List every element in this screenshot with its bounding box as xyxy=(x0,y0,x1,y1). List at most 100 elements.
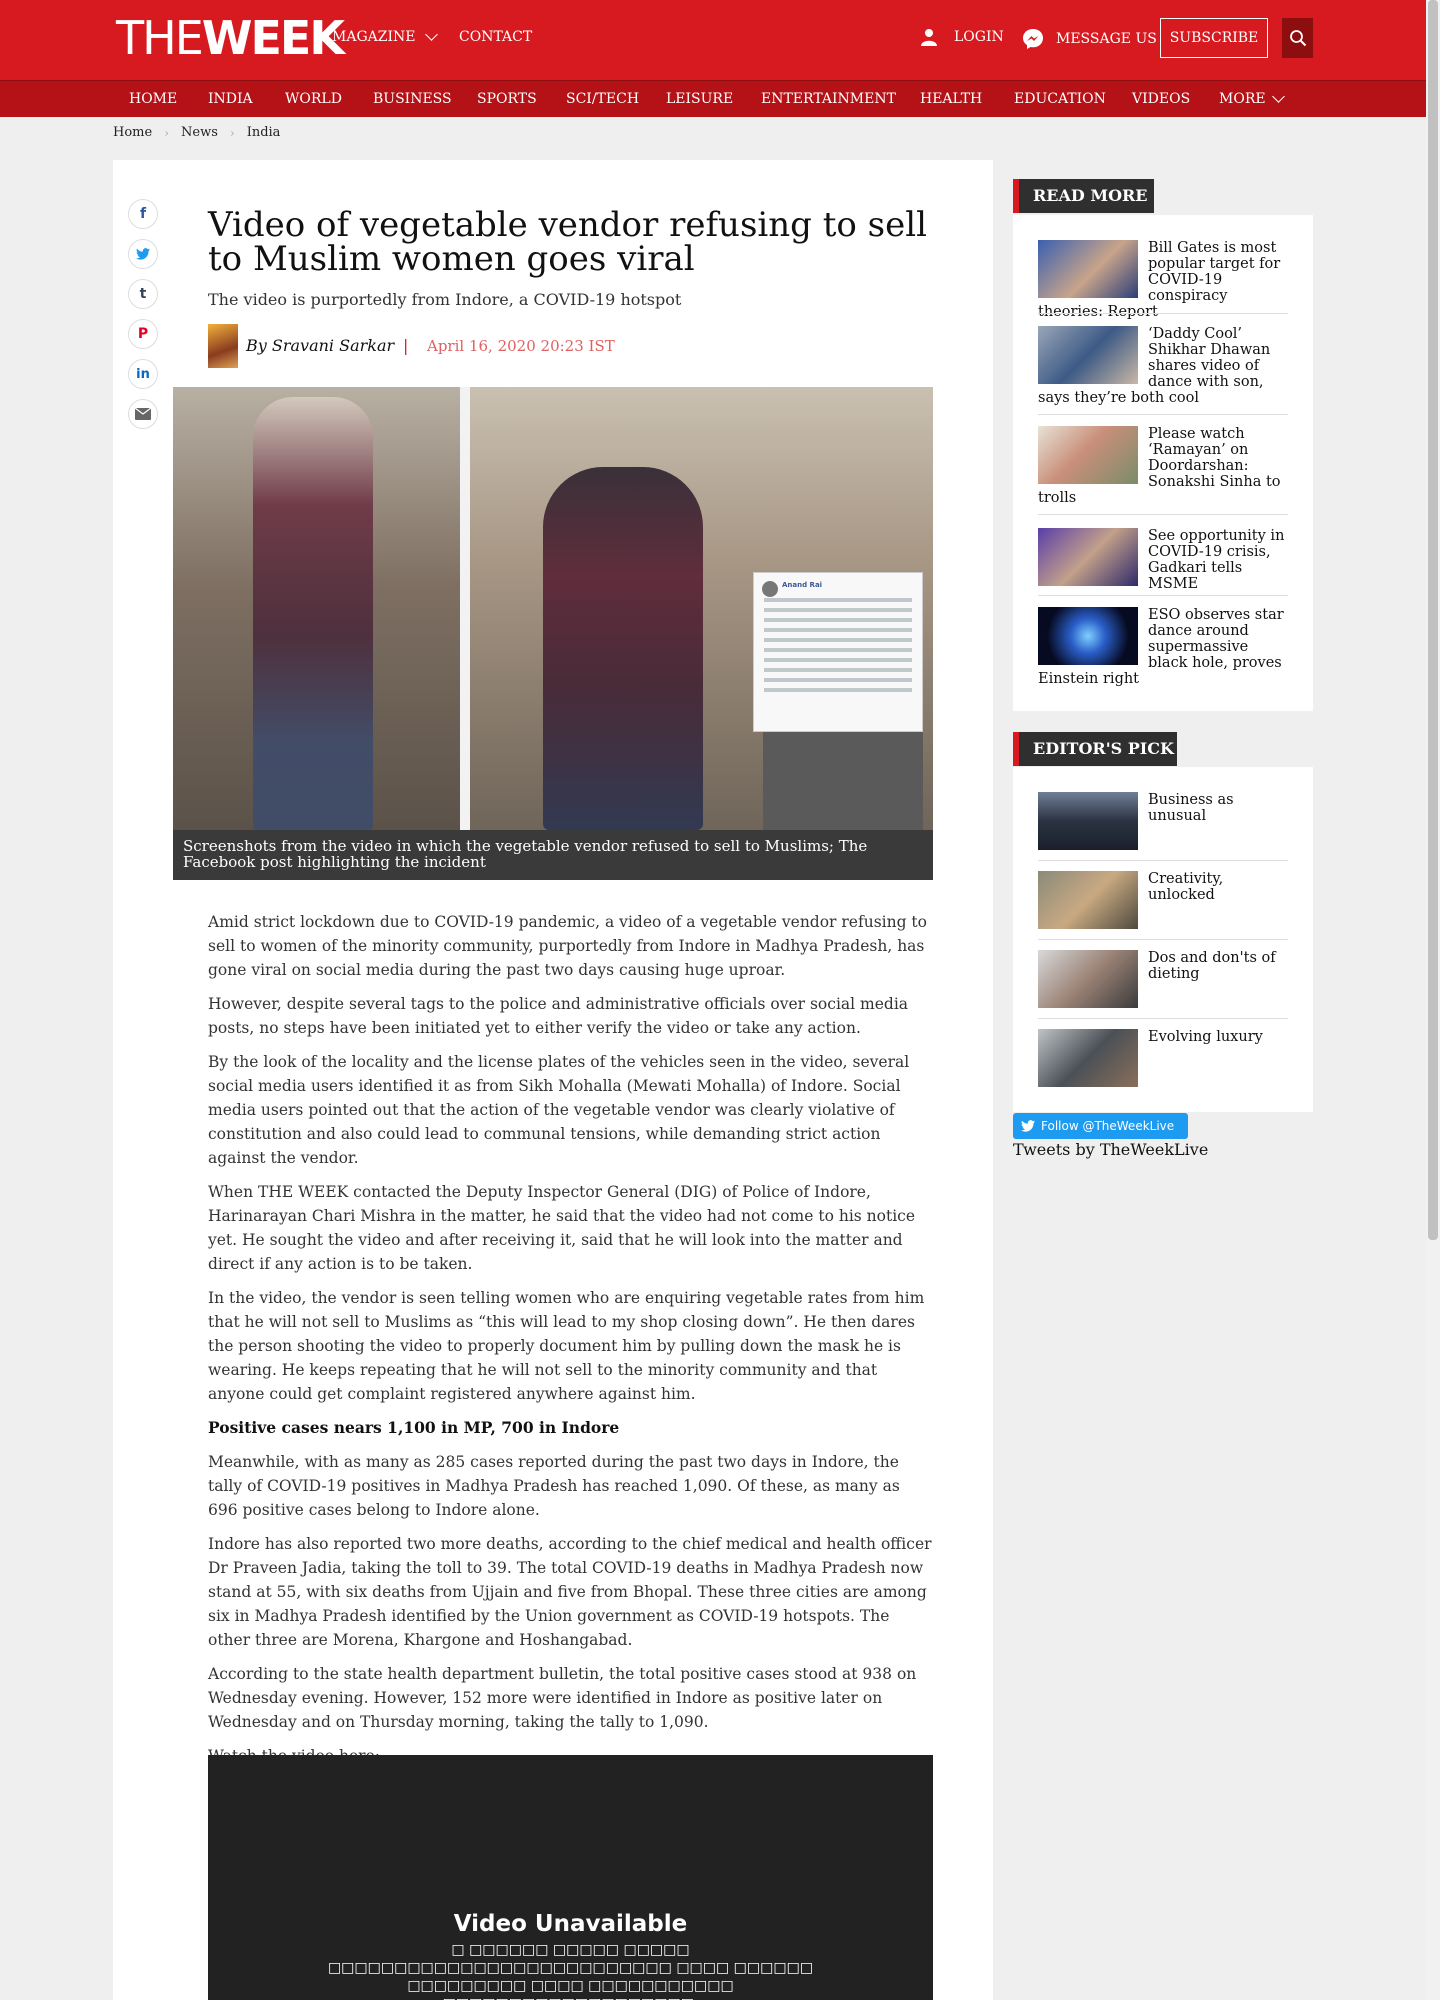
editors-pick-item[interactable]: Dos and don'ts of dieting xyxy=(1038,950,1288,1008)
breadcrumb-news[interactable]: News xyxy=(181,124,218,142)
read-more-item[interactable]: Please watch ‘Ramayan’ on Doordarshan: S… xyxy=(1038,426,1288,506)
nav-more[interactable]: MORE xyxy=(1219,90,1285,108)
nav-india[interactable]: INDIA xyxy=(208,90,253,108)
article-paragraph: Amid strict lockdown due to COVID-19 pan… xyxy=(208,913,927,979)
post-text-line xyxy=(764,638,912,642)
tumblr-share-button[interactable]: t xyxy=(128,279,158,309)
nav-entertainment[interactable]: ENTERTAINMENT xyxy=(761,90,896,108)
contact-link[interactable]: CONTACT xyxy=(459,28,532,46)
shop-shutter-image xyxy=(763,732,923,830)
article-paragraph: When THE WEEK contacted the Deputy Inspe… xyxy=(208,1183,916,1273)
nav-home[interactable]: HOME xyxy=(129,90,177,108)
read-more-item[interactable]: ‘Daddy Cool’ Shikhar Dhawan shares video… xyxy=(1038,326,1288,406)
image-caption: Screenshots from the video in which the … xyxy=(173,830,933,880)
magazine-menu[interactable]: MAGAZINE xyxy=(332,28,439,46)
read-more-title: See opportunity in COVID-19 crisis, Gadk… xyxy=(1148,528,1285,592)
nav-more-label: MORE xyxy=(1219,91,1266,107)
article-title: Video of vegetable vendor refusing to se… xyxy=(208,205,927,279)
author-name[interactable]: By Sravani Sarkar xyxy=(246,336,394,356)
twitter-icon xyxy=(136,248,150,260)
twitter-bird-icon xyxy=(1021,1120,1035,1132)
editors-pick-item[interactable]: Business as unusual xyxy=(1038,792,1288,850)
facebook-post-screenshot: Anand Rai xyxy=(753,572,923,732)
hero-panel-gap xyxy=(460,387,470,830)
messenger-icon xyxy=(1023,29,1043,49)
vendor-figure-right xyxy=(543,467,703,830)
post-text-line xyxy=(764,648,912,652)
search-button[interactable] xyxy=(1282,18,1313,58)
twitter-share-button[interactable] xyxy=(128,239,158,269)
nav-videos[interactable]: VIDEOS xyxy=(1132,90,1190,108)
editors-pick-thumbnail xyxy=(1038,1029,1138,1087)
nav-scitech[interactable]: SCI/TECH xyxy=(566,90,639,108)
read-more-item[interactable]: See opportunity in COVID-19 crisis, Gadk… xyxy=(1038,528,1288,592)
message-us-link[interactable]: MESSAGE US xyxy=(1022,28,1157,50)
article-subheading: Positive cases nears 1,100 in MP, 700 in… xyxy=(208,1418,620,1437)
post-text-line xyxy=(764,628,912,632)
read-more-thumbnail xyxy=(1038,528,1138,586)
editors-pick-item[interactable]: Evolving luxury xyxy=(1038,1029,1288,1087)
post-text-line xyxy=(764,668,912,672)
nav-business[interactable]: BUSINESS xyxy=(373,90,452,108)
linkedin-icon: in xyxy=(136,366,150,382)
facebook-icon: f xyxy=(139,206,147,222)
post-author-name: Anand Rai xyxy=(782,581,823,589)
chevron-down-icon xyxy=(425,28,439,41)
tumblr-icon: t xyxy=(139,286,147,302)
read-more-thumbnail xyxy=(1038,426,1138,484)
post-text-line xyxy=(764,688,912,692)
twitter-follow-button[interactable]: Follow @TheWeekLive xyxy=(1013,1113,1188,1139)
nav-leisure[interactable]: LEISURE xyxy=(666,90,733,108)
read-more-item[interactable]: ESO observes star dance around supermass… xyxy=(1038,607,1288,687)
video-unavailable-title: Video Unavailable xyxy=(453,1911,688,1937)
read-more-item[interactable]: Bill Gates is most popular target for CO… xyxy=(1038,240,1288,320)
embedded-video-player[interactable]: Video Unavailable □ □□□□□□ □□□□□ □□□□□ □… xyxy=(208,1755,933,2000)
pinterest-share-button[interactable]: P xyxy=(128,319,158,349)
article-paragraph: Indore has also reported two more deaths… xyxy=(208,1535,932,1649)
login-link[interactable]: LOGIN xyxy=(920,28,1004,46)
video-unavailable-message: □ □□□□□□ □□□□□ □□□□□ □□□□□□□□□□□□□□□□□□□… xyxy=(327,1942,814,2000)
divider xyxy=(1038,595,1288,596)
read-more-thumbnail xyxy=(1038,326,1138,384)
logo-the: THE xyxy=(116,11,204,65)
post-avatar xyxy=(762,581,778,597)
nav-sports[interactable]: SPORTS xyxy=(477,90,537,108)
article-subtitle: The video is purportedly from Indore, a … xyxy=(208,290,682,309)
facebook-share-button[interactable]: f xyxy=(128,199,158,229)
post-text-line xyxy=(764,598,912,602)
nav-education[interactable]: EDUCATION xyxy=(1014,90,1106,108)
site-logo[interactable]: THEWEEK xyxy=(116,11,345,65)
email-share-button[interactable] xyxy=(128,399,158,429)
message-us-label: MESSAGE US xyxy=(1056,31,1157,47)
subscribe-button[interactable]: SUBSCRIBE xyxy=(1160,18,1268,58)
breadcrumb-india[interactable]: India xyxy=(247,124,281,142)
linkedin-share-button[interactable]: in xyxy=(128,359,158,389)
breadcrumb-home[interactable]: Home xyxy=(113,124,152,142)
magazine-label: MAGAZINE xyxy=(332,29,416,45)
nav-health[interactable]: HEALTH xyxy=(920,90,982,108)
post-text-line xyxy=(764,618,912,622)
editors-pick-title: Business as unusual xyxy=(1148,792,1234,824)
read-more-thumbnail xyxy=(1038,240,1138,298)
divider xyxy=(1038,313,1288,314)
main-nav: HOME INDIA WORLD BUSINESS SPORTS SCI/TEC… xyxy=(0,80,1440,117)
article-paragraph: However, despite several tags to the pol… xyxy=(208,995,909,1037)
tweets-by-link[interactable]: Tweets by TheWeekLive xyxy=(1013,1140,1208,1160)
article-paragraph: In the video, the vendor is seen telling… xyxy=(208,1289,925,1403)
author-avatar[interactable] xyxy=(208,324,238,368)
editors-pick-thumbnail xyxy=(1038,792,1138,850)
pinterest-icon: P xyxy=(137,326,149,342)
article-body: Amid strict lockdown due to COVID-19 pan… xyxy=(208,910,933,1778)
editors-pick-item[interactable]: Creativity, unlocked xyxy=(1038,871,1288,929)
chevron-right-icon: › xyxy=(229,126,235,140)
editors-pick-title: Dos and don'ts of dieting xyxy=(1148,950,1276,982)
logo-week: WEEK xyxy=(201,11,345,65)
scrollbar-thumb[interactable] xyxy=(1428,0,1438,1240)
post-text-line xyxy=(764,678,912,682)
nav-world[interactable]: WORLD xyxy=(285,90,342,108)
editors-pick-title: Evolving luxury xyxy=(1148,1029,1263,1045)
divider xyxy=(1038,414,1288,415)
article-hero-image[interactable]: Anand Rai xyxy=(173,387,933,830)
user-icon xyxy=(921,29,937,46)
divider xyxy=(1038,939,1288,940)
